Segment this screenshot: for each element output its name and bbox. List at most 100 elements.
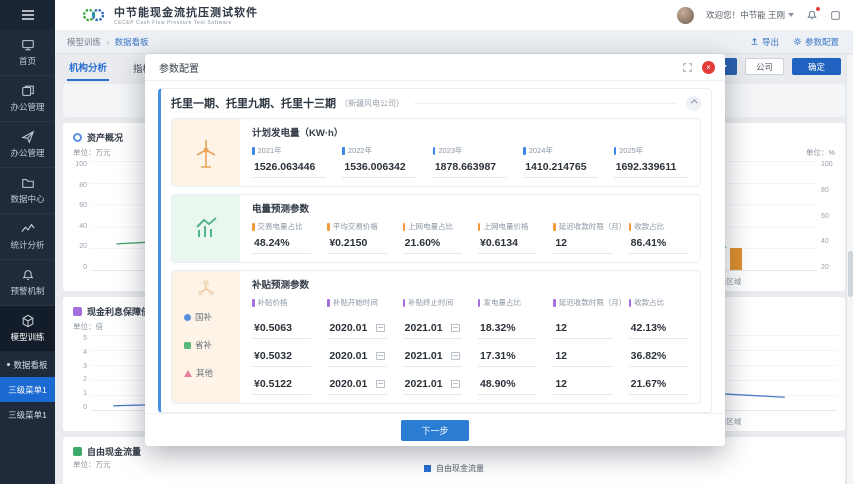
param-config-button[interactable]: 参数配置 (793, 36, 839, 48)
other-subsidy-icon (184, 370, 192, 377)
input-national-end-date[interactable]: 2021.01 (403, 320, 462, 339)
calendar-icon (376, 324, 385, 332)
collapse-button[interactable] (686, 96, 701, 111)
modal-title: 参数配置 (159, 60, 199, 75)
input-provincial-end-date[interactable]: 2021.01 (403, 348, 462, 367)
calendar-icon (451, 324, 460, 332)
topbar: 中节能现金流抗压测试软件 CECEP Cash Flow Pressure Te… (55, 0, 853, 30)
asset-overview-icon (73, 133, 82, 142)
input-generation-2023[interactable]: 2023年1878.663987 (433, 145, 507, 178)
close-icon[interactable]: × (702, 61, 715, 74)
cube-icon (21, 314, 35, 328)
row-label-other-subsidy: 其他 (172, 359, 240, 387)
breadcrumb-parent[interactable]: 模型训练 (67, 37, 101, 47)
breadcrumb: 模型训练 › 数据看板 (67, 36, 149, 48)
input-other-collection[interactable]: 21.67% (629, 376, 688, 395)
y-axis-left: 100806040200 (71, 161, 91, 271)
app-subtitle: CECEP Cash Flow Pressure Test Software (114, 20, 258, 26)
bullet-icon (7, 363, 10, 366)
section-power-forecast: 电量预测参数 交易电量占比48.24% 平均交易价格¥0.2150 上网电量占比… (171, 194, 701, 263)
tab-institution-analysis[interactable]: 机构分析 (67, 54, 109, 81)
calendar-icon (451, 380, 460, 388)
modal-footer: 下一步 (145, 413, 725, 446)
input-other-gen-ratio[interactable]: 48.90% (478, 376, 537, 395)
input-provincial-gen-ratio[interactable]: 17.31% (478, 348, 537, 367)
sidebar-item-model-training[interactable]: 模型训练 (0, 306, 55, 352)
input-delay-months[interactable]: 延迟收款时限（月）12 (553, 221, 612, 254)
input-collection-ratio[interactable]: 收款占比86.41% (629, 221, 688, 254)
folder-icon (21, 176, 35, 190)
alarm-bell-icon (21, 268, 35, 282)
input-other-delay[interactable]: 12 (553, 376, 612, 395)
input-generation-2024[interactable]: 2024年1410.214765 (523, 145, 597, 178)
input-national-gen-ratio[interactable]: 18.32% (478, 320, 537, 339)
panel-subtitle: （新疆风电公司） (340, 98, 404, 109)
chart-legend: 自由现金流量 (63, 463, 845, 474)
sidebar-subitem-level3-menu-2[interactable]: 三级菜单1 (0, 402, 55, 427)
input-provincial-start-date[interactable]: 2020.01 (327, 348, 386, 367)
hamburger-menu-icon[interactable] (0, 0, 55, 30)
company-button[interactable]: 公司 (745, 58, 784, 75)
export-icon (750, 37, 759, 46)
subsidy-row-national: ¥0.5063 2020.01 2021.01 18.32% 12 42.13% (252, 320, 688, 339)
app-title: 中节能现金流抗压测试软件 (114, 4, 258, 20)
export-button[interactable]: 导出 (750, 36, 779, 48)
sidebar-subitem-data-dashboard[interactable]: 数据看板 (0, 352, 55, 377)
input-other-end-date[interactable]: 2021.01 (403, 376, 462, 395)
input-provincial-price[interactable]: ¥0.5032 (252, 348, 311, 367)
subsidy-row-other: ¥0.5122 2020.01 2021.01 48.90% 12 21.67% (252, 376, 688, 395)
input-grid-power-price[interactable]: 上网电量价格¥0.6134 (478, 221, 537, 254)
sidebar-item-home[interactable]: 首页 (0, 30, 55, 76)
input-national-delay[interactable]: 12 (553, 320, 612, 339)
subsidy-tree-icon (194, 277, 218, 301)
sidebar-item-office-management-2[interactable]: 办公管理 (0, 122, 55, 168)
calendar-icon (376, 380, 385, 388)
input-provincial-collection[interactable]: 36.82% (629, 348, 688, 367)
gear-icon (793, 37, 802, 46)
panel-title: 托里一期、托里九期、托里十三期 (171, 95, 336, 111)
confirm-button[interactable]: 确定 (792, 58, 841, 75)
input-national-start-date[interactable]: 2020.01 (327, 320, 386, 339)
input-provincial-delay[interactable]: 12 (553, 348, 612, 367)
notification-bell-icon[interactable] (806, 9, 818, 21)
sidebar-subitem-level3-menu-1[interactable]: 三级菜单1 (0, 377, 55, 402)
param-config-modal: 参数配置 × 托里一期、托里九期、托里十三期 （新疆风电公司） (145, 54, 725, 446)
chart-title: 自由现金流量 (87, 445, 141, 458)
modal-header: 参数配置 × (145, 54, 725, 81)
legend-swatch (424, 465, 431, 472)
input-other-price[interactable]: ¥0.5122 (252, 376, 311, 395)
next-step-button[interactable]: 下一步 (401, 420, 468, 441)
input-national-price[interactable]: ¥0.5063 (252, 320, 311, 339)
input-generation-2025[interactable]: 2025年1692.339611 (614, 145, 688, 178)
sidebar-item-office-management-1[interactable]: 办公管理 (0, 76, 55, 122)
wind-turbine-icon (191, 136, 221, 170)
chevron-up-icon (691, 99, 698, 106)
sidebar-item-statistics[interactable]: 统计分析 (0, 214, 55, 260)
chevron-down-icon (788, 13, 794, 17)
input-generation-2022[interactable]: 2022年1536.006342 (342, 145, 416, 178)
scrollbar-thumb[interactable] (848, 251, 853, 297)
breadcrumb-current[interactable]: 数据看板 (115, 37, 149, 47)
subsidy-column-headers: 补贴价格 补贴开始时间 补贴终止时间 发电量占比 延迟收款时限（月） 收款占比 (252, 297, 688, 311)
input-grid-power-ratio[interactable]: 上网电量占比21.60% (403, 221, 462, 254)
breadcrumb-bar: 模型训练 › 数据看板 导出 参数配置 (55, 30, 853, 54)
input-avg-trade-price[interactable]: 平均交易价格¥0.2150 (327, 221, 386, 254)
sidebar-item-warning[interactable]: 预警机制 (0, 260, 55, 306)
input-trade-power-ratio[interactable]: 交易电量占比48.24% (252, 221, 311, 254)
chart-title: 资产概况 (87, 131, 123, 144)
input-other-start-date[interactable]: 2020.01 (327, 376, 386, 395)
copy-icon (21, 84, 35, 98)
project-panel-1: 托里一期、托里九期、托里十三期 （新疆风电公司） (158, 88, 712, 413)
fullscreen-icon[interactable] (682, 62, 693, 73)
input-national-collection[interactable]: 42.13% (629, 320, 688, 339)
user-menu[interactable]: 欢迎您！中节能 王刚 (706, 9, 794, 21)
modal-body: 托里一期、托里九期、托里十三期 （新疆风电公司） (145, 81, 725, 413)
row-label-national-subsidy: 国补 (172, 303, 240, 331)
message-square-icon[interactable] (830, 10, 841, 21)
app-logo: 中节能现金流抗压测试软件 CECEP Cash Flow Pressure Te… (81, 4, 258, 26)
scrollbar[interactable] (846, 55, 853, 484)
user-avatar[interactable] (677, 7, 694, 24)
input-generation-2021[interactable]: 2021年1526.063446 (252, 145, 326, 178)
sidebar-item-data-center[interactable]: 数据中心 (0, 168, 55, 214)
subsidy-row-provincial: ¥0.5032 2020.01 2021.01 17.31% 12 36.82% (252, 348, 688, 367)
